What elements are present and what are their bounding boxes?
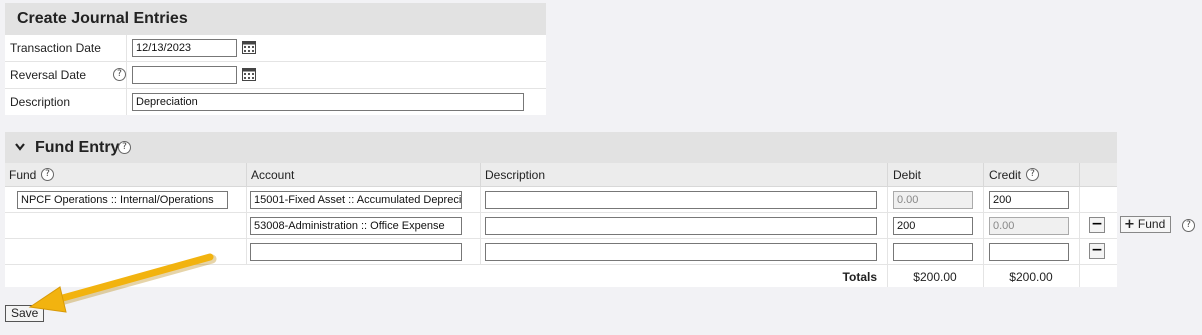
- description-label: Description: [10, 95, 71, 109]
- description-column-header: Description: [485, 168, 546, 182]
- remove-row-button[interactable]: −: [1089, 217, 1105, 233]
- fund-input[interactable]: NPCF Operations :: Internal/Operations: [17, 191, 228, 209]
- total-credit: $200.00: [1009, 270, 1053, 284]
- calendar-icon[interactable]: [242, 67, 256, 81]
- totals-label: Totals: [842, 270, 877, 284]
- create-journal-entries-panel: Create Journal Entries Transaction Date …: [5, 3, 546, 115]
- transaction-date-label: Transaction Date: [10, 41, 101, 55]
- account-input[interactable]: 15001-Fixed Asset :: Accumulated Depreci…: [250, 191, 462, 209]
- help-icon[interactable]: ?: [41, 168, 54, 181]
- credit-input[interactable]: 200: [989, 191, 1069, 209]
- calendar-icon[interactable]: [242, 40, 256, 54]
- description-input[interactable]: [485, 191, 877, 209]
- save-button[interactable]: Save: [5, 305, 45, 322]
- remove-row-button[interactable]: −: [1089, 243, 1105, 259]
- help-icon[interactable]: ?: [118, 141, 131, 154]
- transaction-date-row: Transaction Date 12/13/2023: [5, 35, 546, 62]
- plus-icon: +: [1124, 217, 1135, 232]
- table-row: NPCF Operations :: Internal/Operations 1…: [5, 187, 1117, 213]
- add-fund-button[interactable]: + Fund: [1120, 216, 1172, 233]
- transaction-date-input[interactable]: 12/13/2023: [132, 39, 237, 57]
- fund-entry-panel: Fund Entry ? Fund ? Account Description …: [5, 132, 1117, 287]
- reversal-date-label: Reversal Date: [10, 68, 87, 82]
- description-row: Description Depreciation: [5, 89, 546, 115]
- panel-title: Create Journal Entries: [5, 3, 546, 35]
- account-input[interactable]: 53008-Administration :: Office Expense: [250, 217, 462, 235]
- debit-input[interactable]: 200: [893, 217, 973, 235]
- help-icon[interactable]: ?: [113, 68, 126, 81]
- total-debit: $200.00: [913, 270, 957, 284]
- add-fund-label: Fund: [1137, 217, 1166, 231]
- description-input[interactable]: [485, 243, 877, 261]
- credit-input[interactable]: 0.00: [989, 217, 1069, 235]
- debit-input[interactable]: [893, 243, 973, 261]
- totals-row: Totals $200.00 $200.00: [5, 265, 1117, 287]
- credit-input[interactable]: [989, 243, 1069, 261]
- debit-column-header: Debit: [893, 168, 922, 182]
- credit-column-header: Credit: [989, 168, 1022, 182]
- description-input[interactable]: [485, 217, 877, 235]
- reversal-date-row: Reversal Date ?: [5, 62, 546, 89]
- account-input[interactable]: [250, 243, 462, 261]
- reversal-date-input[interactable]: [132, 66, 237, 84]
- table-header: Fund ? Account Description Debit Credit …: [5, 163, 1117, 187]
- account-column-header: Account: [251, 168, 295, 182]
- fund-entry-header: Fund Entry ?: [5, 132, 1117, 163]
- help-icon[interactable]: ?: [1182, 219, 1195, 232]
- table-row: −: [5, 239, 1117, 265]
- fund-entry-title: Fund Entry: [35, 139, 120, 156]
- description-input[interactable]: Depreciation: [132, 93, 524, 111]
- table-row: 53008-Administration :: Office Expense 2…: [5, 213, 1117, 239]
- help-icon[interactable]: ?: [1026, 168, 1039, 181]
- fund-column-header: Fund: [9, 168, 37, 182]
- chevron-down-icon[interactable]: [14, 142, 26, 152]
- debit-input[interactable]: 0.00: [893, 191, 973, 209]
